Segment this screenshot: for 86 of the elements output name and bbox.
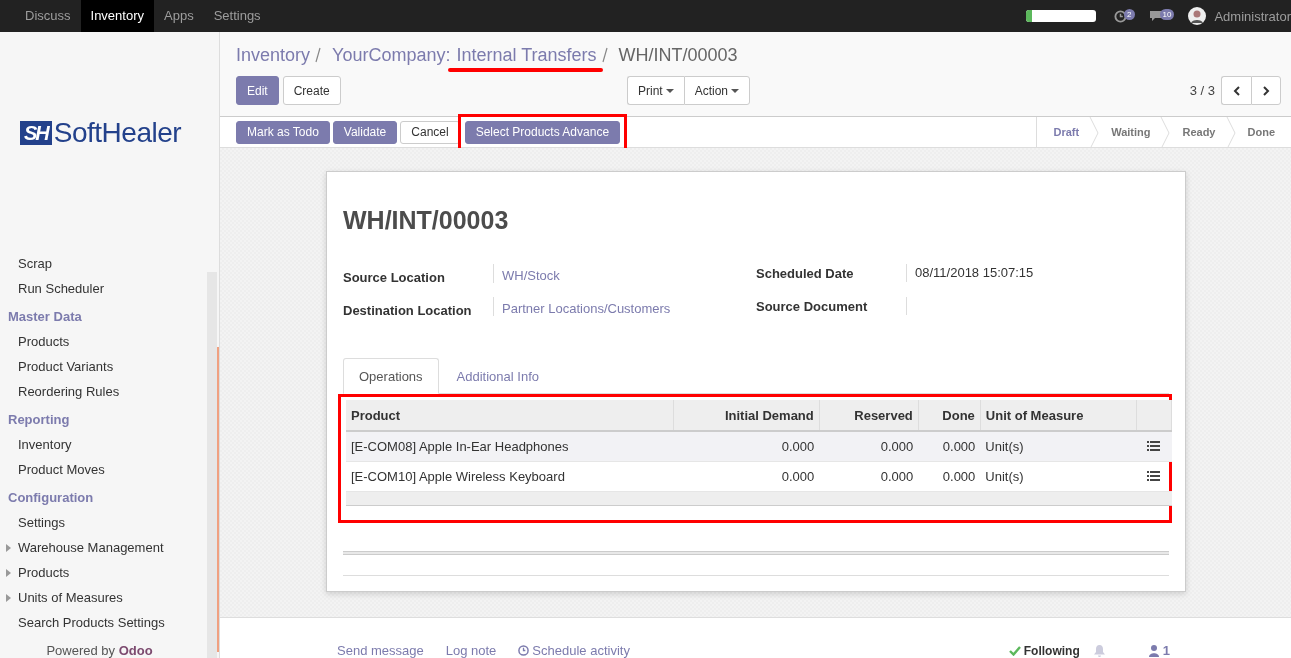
count-badge: 2 [1124, 8, 1135, 20]
field-label: Source Document [756, 298, 869, 314]
menu-item[interactable]: Product Moves [18, 462, 105, 477]
pager-text: 3 / 3 [1189, 83, 1215, 98]
breadcrumb-link[interactable]: Inventory [236, 44, 311, 66]
table-cell: Unit(s) [980, 431, 1137, 461]
record-name: WH/INT/00003 [618, 44, 738, 66]
table-cell: 0.000 [918, 431, 981, 461]
menu-item[interactable]: Product Variants [18, 359, 114, 374]
menu-item[interactable]: Products [18, 565, 70, 580]
table-cell: [E-COM10] Apple Wireless Keyboard [346, 461, 674, 491]
field-link[interactable]: WH/Stock [502, 268, 560, 283]
record-title: WH/INT/00003 [343, 205, 510, 236]
header-button[interactable]: Mark as Todo [236, 120, 330, 144]
field-link[interactable]: Partner Locations/Customers [502, 301, 671, 316]
list-icon [1147, 440, 1161, 451]
caret-icon [665, 88, 674, 93]
table-cell: 0.000 [673, 431, 820, 461]
section-heading: Reporting [7, 411, 71, 429]
clock-icon [518, 645, 530, 656]
chat-icon [1148, 10, 1163, 22]
user-name[interactable]: Administrator [1214, 8, 1291, 24]
next-button[interactable] [1251, 76, 1281, 105]
powered-by-text: Powered by Odoo [45, 642, 154, 658]
header-button[interactable]: Validate [332, 120, 398, 144]
menu-item[interactable]: Reordering Rules [18, 384, 120, 399]
header-button[interactable]: Cancel [400, 120, 460, 144]
menu-item[interactable]: Discuss [15, 0, 81, 32]
menu-item[interactable]: Units of Measures [18, 590, 123, 605]
field-label: Destination Location [343, 302, 473, 318]
dropdown-button[interactable]: Print [627, 76, 684, 105]
section-heading: Configuration [7, 489, 95, 507]
menu-item[interactable]: Settings [18, 515, 65, 530]
chatter-link[interactable]: Log note [445, 643, 497, 658]
table-cell: 0.000 [673, 461, 820, 491]
dropdown-button[interactable]: Action [683, 76, 751, 105]
clock-icon [1114, 9, 1128, 23]
chatter-link[interactable]: Schedule activity [518, 643, 630, 658]
slash-icon [314, 47, 323, 63]
slash-icon [600, 47, 609, 63]
menu-item[interactable]: Settings [203, 0, 271, 32]
toolbar-button[interactable]: Create [282, 76, 341, 105]
table-cell: 0.000 [819, 431, 919, 461]
person-icon [1148, 644, 1159, 657]
breadcrumb-link[interactable]: Internal Transfers [456, 44, 597, 66]
check-icon [1008, 645, 1021, 656]
header-button[interactable]: Select Products Advance [464, 120, 621, 144]
table-cell: Unit(s) [980, 461, 1137, 491]
field-label: Source Location [343, 269, 446, 285]
progress-bar [1026, 10, 1097, 22]
breadcrumb-link[interactable]: YourCompany: [332, 44, 451, 66]
column-header[interactable]: Product [346, 400, 674, 431]
column-header[interactable]: Unit of Measure [980, 400, 1137, 431]
following-button[interactable]: Following [1008, 643, 1080, 658]
avatar-icon [1188, 7, 1207, 25]
column-header[interactable]: Reserved [819, 400, 919, 431]
table-cell: [E-COM08] Apple In-Ear Headphones [346, 431, 674, 461]
menu-item[interactable]: Scrap [18, 256, 52, 271]
followers-button[interactable]: 1 [1148, 643, 1170, 658]
column-header[interactable]: Done [918, 400, 981, 431]
toolbar-button[interactable]: Edit [236, 76, 279, 105]
list-icon [1147, 470, 1161, 481]
chevron-right-icon [1262, 85, 1270, 96]
menu-item[interactable]: Apps [154, 0, 204, 32]
menu-item[interactable]: Search Products Settings [18, 615, 165, 630]
logo-mark: SH [20, 120, 52, 145]
tab[interactable]: Operations [343, 358, 439, 394]
column-header[interactable]: Initial Demand [673, 400, 820, 431]
menu-item[interactable]: Inventory [80, 0, 154, 32]
menu-item[interactable]: Products [18, 334, 70, 349]
field-label: Scheduled Date [756, 265, 855, 281]
table-cell: 0.000 [819, 461, 919, 491]
tab[interactable]: Additional Info [440, 358, 555, 393]
logo-text: SoftHealer [53, 116, 182, 149]
menu-item[interactable]: Run Scheduler [18, 281, 104, 296]
table-cell: 0.000 [918, 461, 981, 491]
previous-button[interactable] [1221, 76, 1251, 105]
menu-item[interactable]: Warehouse Management [18, 540, 164, 555]
chatter-link[interactable]: Send message [337, 643, 424, 658]
bell-icon [1093, 644, 1105, 657]
caret-icon [731, 88, 740, 93]
field-value: 08/11/2018 15:07:15 [915, 265, 1034, 280]
count-badge: 10 [1159, 8, 1175, 20]
menu-item[interactable]: Inventory [18, 437, 72, 452]
chevron-left-icon [1232, 85, 1241, 96]
section-heading: Master Data [7, 308, 83, 326]
